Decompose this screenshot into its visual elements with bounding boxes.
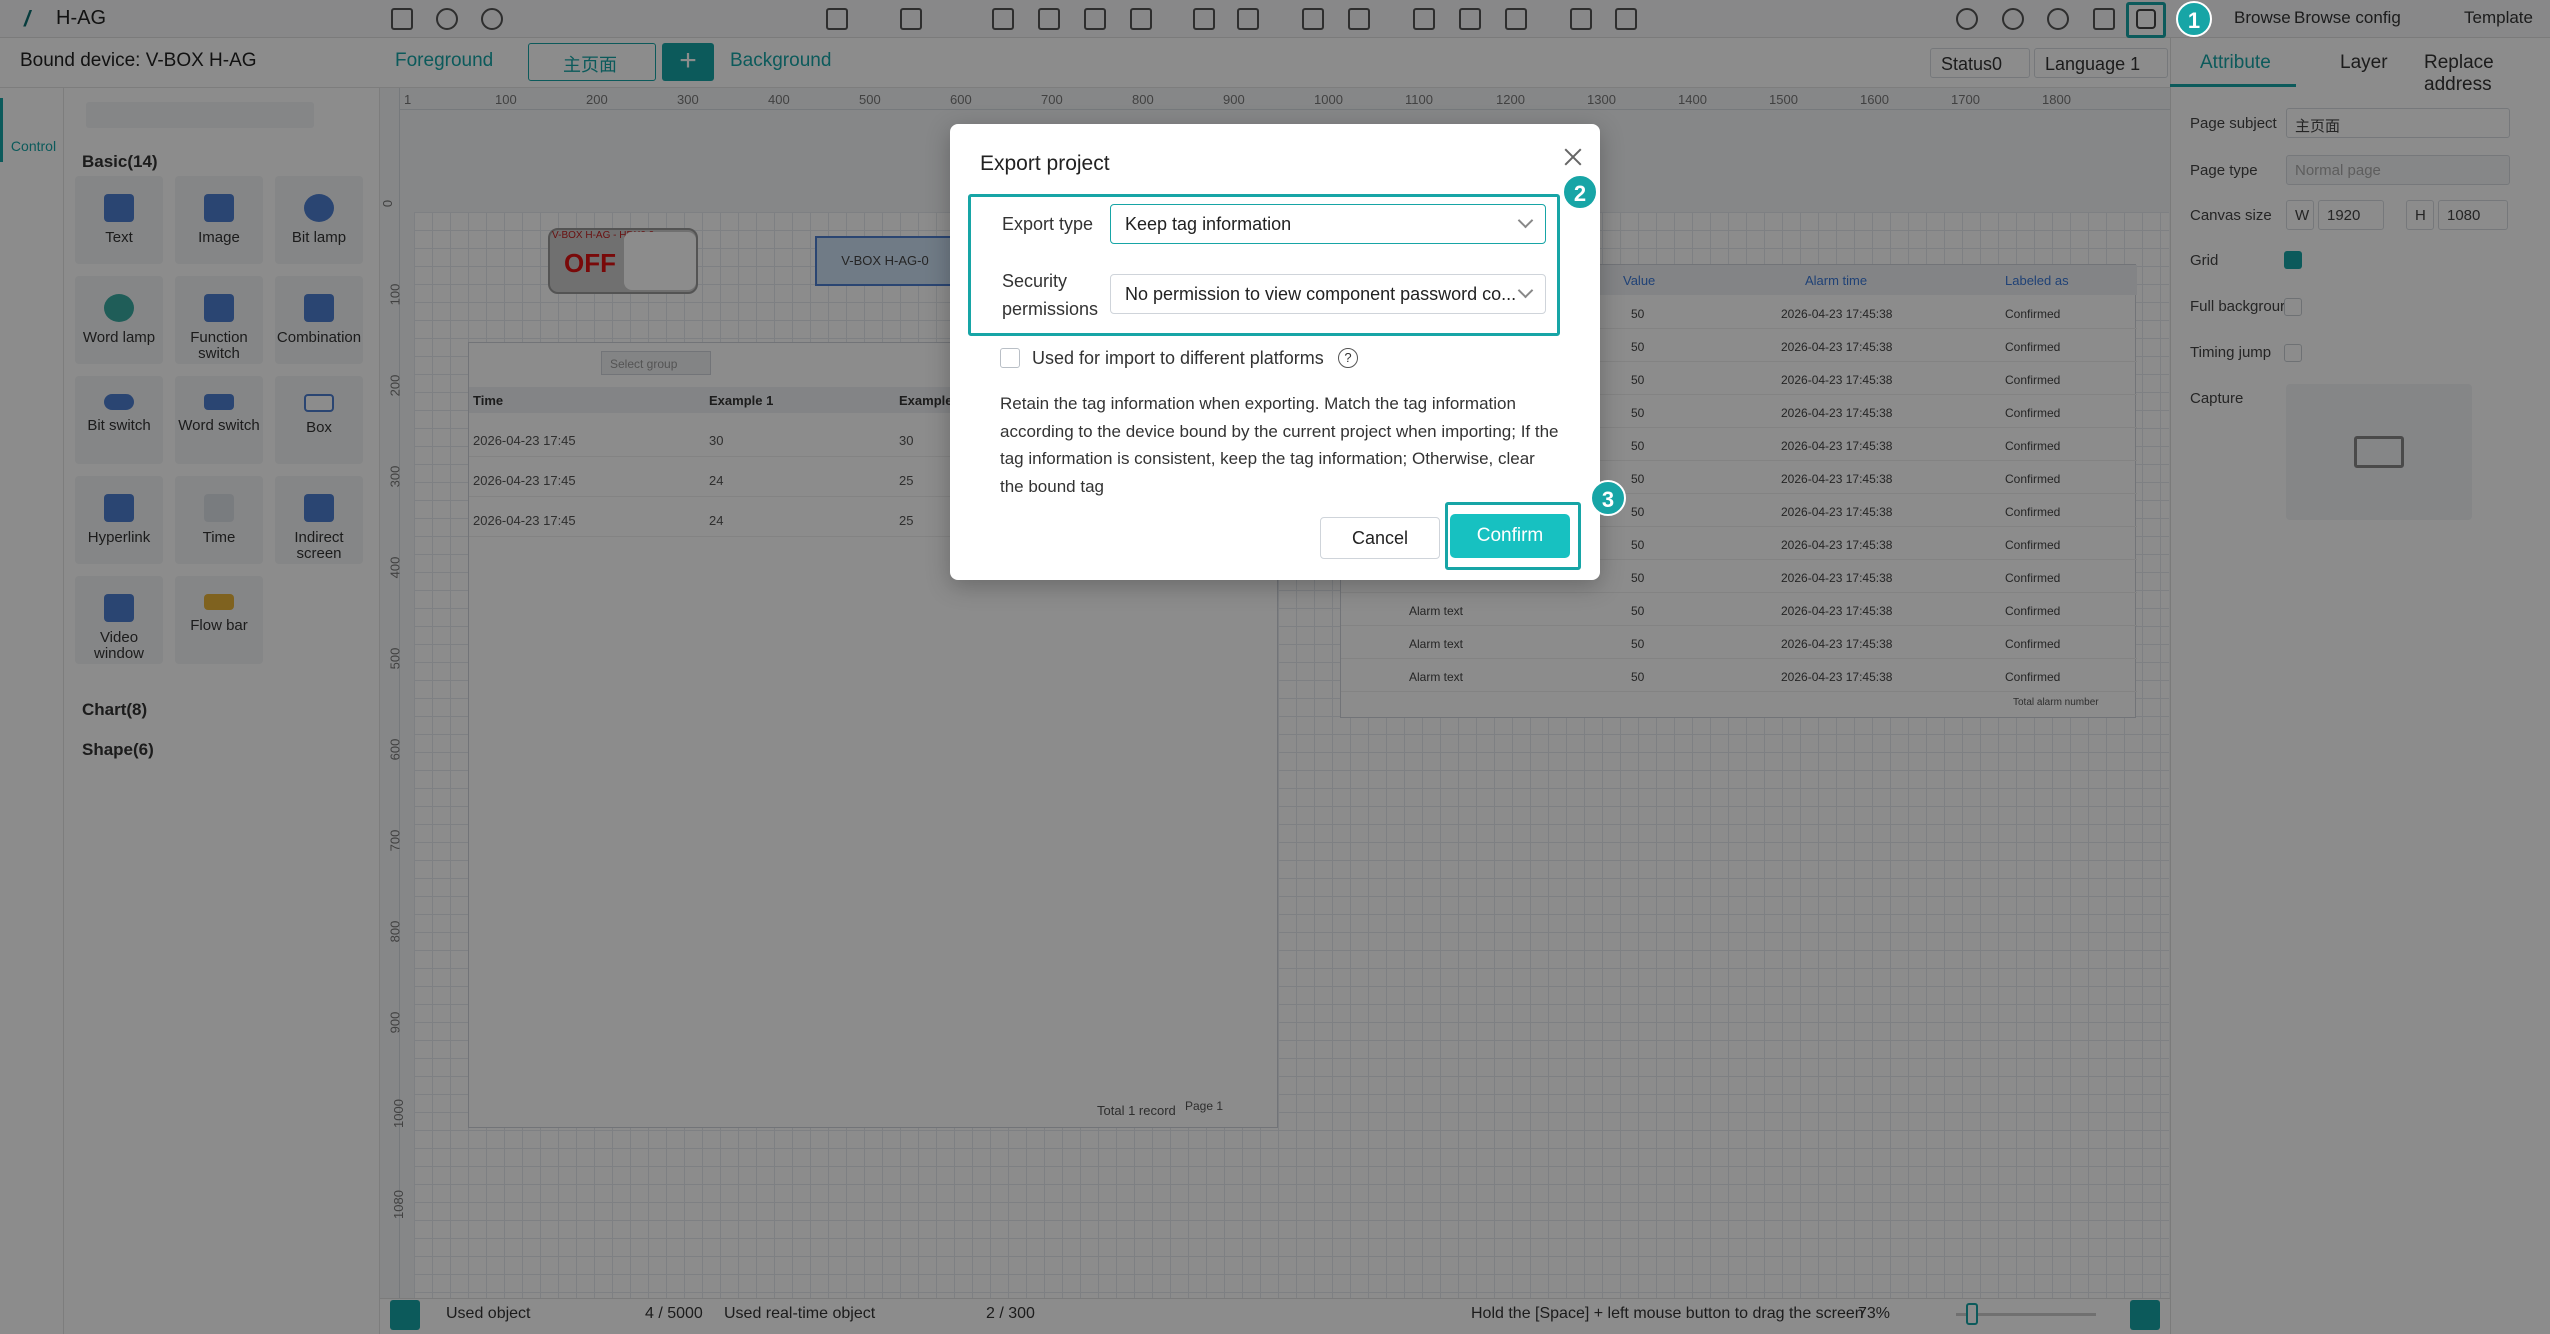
dialog-title: Export project: [980, 152, 1110, 175]
step-1-badge: 1: [2176, 1, 2212, 37]
import-platform-checkbox[interactable]: [1000, 348, 1020, 368]
import-platform-label: Used for import to different platforms: [1032, 348, 1324, 368]
help-icon[interactable]: ?: [1338, 348, 1358, 368]
cancel-button[interactable]: Cancel: [1320, 517, 1440, 559]
export-description: Retain the tag information when exportin…: [1000, 394, 1559, 496]
step-3-badge: 3: [1590, 480, 1626, 516]
step-2-highlight: [968, 194, 1560, 336]
step-2-badge: 2: [1562, 174, 1598, 210]
close-icon[interactable]: [1562, 146, 1584, 168]
step-3-highlight: [1445, 502, 1581, 570]
